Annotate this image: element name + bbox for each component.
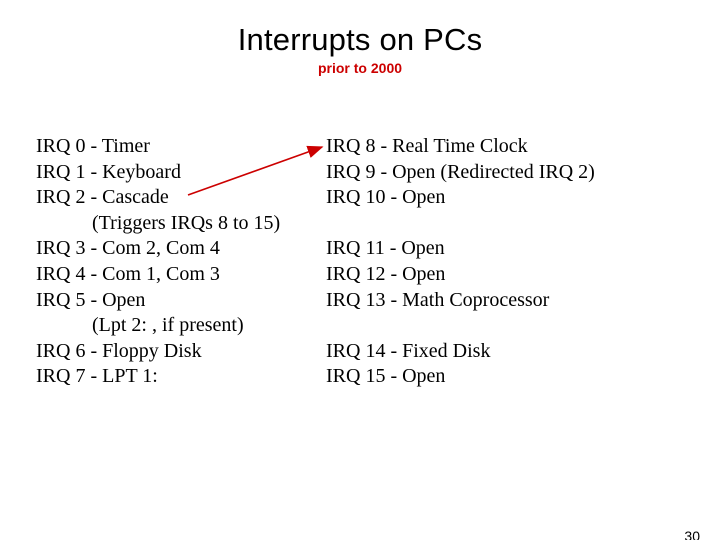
irq-row: IRQ 4 - Com 1, Com 3 IRQ 12 - Open bbox=[36, 262, 692, 288]
irq-8: IRQ 8 - Real Time Clock bbox=[326, 134, 692, 160]
irq-row: (Lpt 2: , if present) bbox=[36, 313, 692, 339]
irq-13: IRQ 13 - Math Coprocessor bbox=[326, 288, 692, 314]
irq-12: IRQ 12 - Open bbox=[326, 262, 692, 288]
irq-row: IRQ 1 - Keyboard IRQ 9 - Open (Redirecte… bbox=[36, 160, 692, 186]
irq-9: IRQ 9 - Open (Redirected IRQ 2) bbox=[326, 160, 692, 186]
irq-11: IRQ 11 - Open bbox=[326, 236, 692, 262]
slide: Interrupts on PCs prior to 2000 IRQ 0 - … bbox=[0, 22, 720, 540]
irq-7: IRQ 7 - LPT 1: bbox=[36, 364, 326, 390]
irq-row: IRQ 7 - LPT 1: IRQ 15 - Open bbox=[36, 364, 692, 390]
irq-4: IRQ 4 - Com 1, Com 3 bbox=[36, 262, 326, 288]
slide-subtitle: prior to 2000 bbox=[0, 60, 720, 76]
irq-3: IRQ 3 - Com 2, Com 4 bbox=[36, 236, 326, 262]
irq-row: (Triggers IRQs 8 to 15) bbox=[36, 211, 692, 237]
irq-1: IRQ 1 - Keyboard bbox=[36, 160, 326, 186]
irq-14: IRQ 14 - Fixed Disk bbox=[326, 339, 692, 365]
irq-2: IRQ 2 - Cascade bbox=[36, 185, 326, 211]
irq-empty bbox=[382, 211, 692, 237]
page-number: 30 bbox=[684, 528, 700, 540]
irq-15: IRQ 15 - Open bbox=[326, 364, 692, 390]
irq-6: IRQ 6 - Floppy Disk bbox=[36, 339, 326, 365]
irq-0: IRQ 0 - Timer bbox=[36, 134, 326, 160]
irq-10: IRQ 10 - Open bbox=[326, 185, 692, 211]
slide-title: Interrupts on PCs bbox=[0, 22, 720, 58]
irq-row: IRQ 6 - Floppy Disk IRQ 14 - Fixed Disk bbox=[36, 339, 692, 365]
slide-content: IRQ 0 - Timer IRQ 8 - Real Time Clock IR… bbox=[36, 134, 692, 390]
irq-2-note: (Triggers IRQs 8 to 15) bbox=[36, 211, 382, 237]
irq-row: IRQ 3 - Com 2, Com 4 IRQ 11 - Open bbox=[36, 236, 692, 262]
irq-5-note: (Lpt 2: , if present) bbox=[36, 313, 382, 339]
irq-5: IRQ 5 - Open bbox=[36, 288, 326, 314]
irq-row: IRQ 2 - Cascade IRQ 10 - Open bbox=[36, 185, 692, 211]
irq-row: IRQ 0 - Timer IRQ 8 - Real Time Clock bbox=[36, 134, 692, 160]
irq-row: IRQ 5 - Open IRQ 13 - Math Coprocessor bbox=[36, 288, 692, 314]
irq-empty bbox=[382, 313, 692, 339]
